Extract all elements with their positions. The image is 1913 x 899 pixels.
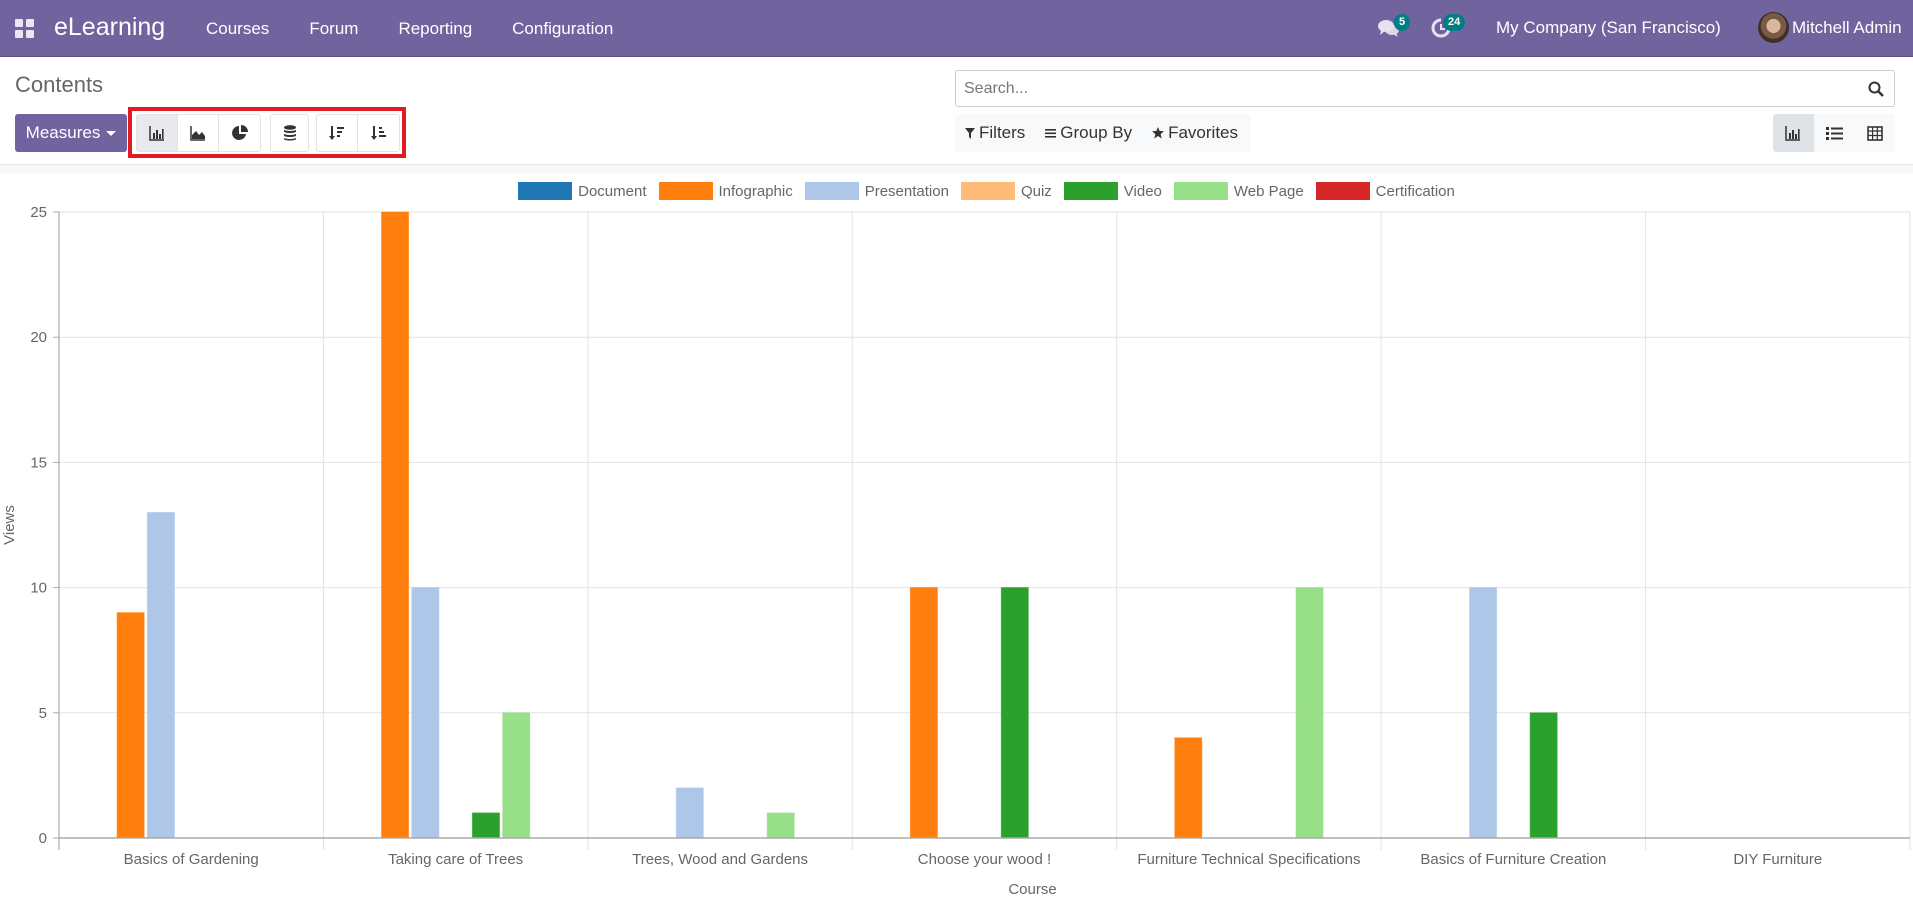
bar-video [1529,712,1558,839]
bar-presentation [1469,587,1498,839]
x-tick-label: Basics of Gardening [124,851,259,868]
bar-video [471,812,500,839]
x-tick-label: Furniture Technical Specifications [1137,851,1360,868]
y-tick-label: 25 [30,204,47,221]
x-tick-label: Choose your wood ! [918,851,1051,868]
bar-web-page [766,812,795,839]
bar-infographic [381,211,410,839]
y-tick-label: 15 [30,454,47,471]
y-axis-label: Views [1,505,18,545]
bar-chart: 0 5 10 15 20 25 Basics of Gardening Taking care… [1,204,1911,898]
x-tick-label: Taking care of Trees [388,851,523,868]
bar-presentation [675,787,704,839]
y-tick-label: 5 [39,705,47,722]
x-tick-label: DIY Furniture [1733,851,1822,868]
bar-infographic [909,587,938,839]
bar-presentation [411,587,440,839]
bar-video [1000,587,1029,839]
y-tick-label: 10 [30,580,47,597]
bar-infographic [1174,737,1203,839]
bar-web-page [502,712,531,839]
y-tick-label: 20 [30,329,47,346]
bar-web-page [1295,587,1324,839]
y-tick-label: 0 [39,830,47,847]
bar-infographic [116,612,145,839]
x-tick-label: Trees, Wood and Gardens [632,851,808,868]
x-axis-label: Course [1008,881,1056,898]
bar-presentation [146,511,175,839]
x-tick-label: Basics of Furniture Creation [1420,851,1606,868]
